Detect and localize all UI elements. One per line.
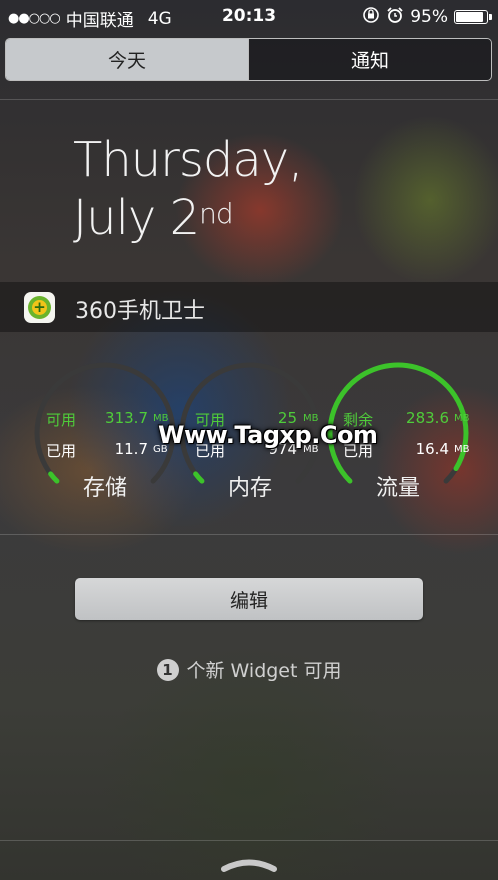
new-widget-text: 个新 Widget 可用 [186, 660, 342, 682]
divider [0, 840, 498, 841]
gauge-name: 内存 [227, 476, 272, 501]
tab-bar: 今天 通知 [5, 38, 492, 81]
date-summary: Thursday, July 2nd [73, 131, 303, 247]
pull-up-grabber-icon[interactable] [220, 854, 278, 874]
gauge-name: 存储 [82, 476, 127, 501]
widget-title: 360手机卫士 [75, 299, 205, 324]
status-bar: ●●○○○ 中国联通 4G 20:13 95% [0, 0, 498, 32]
tab-notifications[interactable]: 通知 [248, 39, 491, 80]
360-security-app-icon: + [24, 292, 55, 323]
weekday: Thursday, [73, 132, 303, 188]
ordinal-suffix: nd [199, 197, 234, 230]
battery-percent: 95% [410, 7, 448, 27]
new-widget-count-badge: 1 [156, 659, 179, 681]
watermark-text: Www.Tagxp.Com [158, 421, 378, 449]
orientation-lock-icon [362, 6, 380, 28]
new-widget-notice[interactable]: 1 个新 Widget 可用 [0, 656, 498, 683]
gauge-name: 流量 [375, 476, 420, 501]
alarm-icon [386, 6, 404, 28]
divider [0, 534, 498, 535]
gauge-row-used: 已用 11.7 GB [46, 440, 168, 460]
gauge-row-available: 可用 313.7 MB [46, 409, 169, 429]
tab-today[interactable]: 今天 [6, 39, 248, 80]
edit-button[interactable]: 编辑 [75, 578, 423, 620]
battery-fill [456, 12, 483, 22]
divider [0, 99, 498, 100]
month-day: July 2nd [73, 190, 234, 246]
widget-header[interactable]: + 360手机卫士 [0, 282, 498, 332]
battery-icon [454, 10, 492, 24]
